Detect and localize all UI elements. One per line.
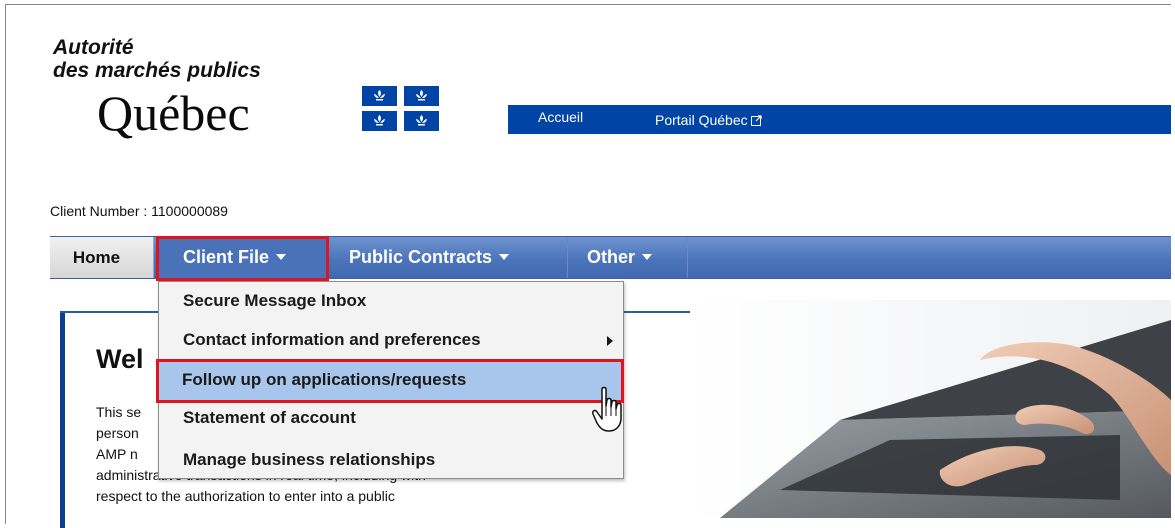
logo-quebec-wordmark: Québec <box>97 85 250 141</box>
quebec-flag-icon <box>362 86 439 131</box>
body-line: respect to the authorization to enter in… <box>96 488 395 504</box>
menu-public-contracts-label: Public Contracts <box>349 247 493 267</box>
hand-pointer-icon <box>592 386 622 432</box>
menu-public-contracts[interactable]: Public Contracts <box>330 237 568 278</box>
chevron-down-icon <box>499 254 510 260</box>
external-link-icon <box>750 115 762 126</box>
client-number-text: Client Number : 1100000089 <box>50 203 228 219</box>
portail-quebec-link[interactable]: Portail Québec <box>655 112 762 128</box>
accueil-link[interactable]: Accueil <box>538 109 583 125</box>
menu-other[interactable]: Other <box>570 237 688 278</box>
laptop-typing-illustration <box>690 300 1171 518</box>
menu-item-contact-information[interactable]: Contact information and preferences <box>183 330 481 350</box>
logo-text-line1: Autorité <box>53 36 134 59</box>
top-navigation-bar: Accueil Portail Québec <box>508 105 1171 134</box>
menu-item-follow-up-label: Follow up on applications/requests <box>182 370 467 389</box>
menu-item-follow-up-applications[interactable]: Follow up on applications/requests <box>156 359 624 403</box>
panel-accent-bar <box>60 313 65 528</box>
menu-item-manage-business-relationships[interactable]: Manage business relationships <box>183 450 435 470</box>
portail-quebec-label: Portail Québec <box>655 112 748 128</box>
logo-text-line2: des marchés publics <box>53 59 261 82</box>
menu-item-statement-of-account[interactable]: Statement of account <box>183 408 356 428</box>
chevron-down-icon <box>642 254 653 260</box>
client-file-highlight <box>156 236 329 281</box>
menu-home[interactable]: Home <box>50 237 154 278</box>
menu-other-label: Other <box>587 247 636 267</box>
menu-item-secure-message-inbox[interactable]: Secure Message Inbox <box>183 291 366 311</box>
welcome-heading: Wel <box>96 344 144 374</box>
submenu-arrow-icon <box>607 336 613 346</box>
